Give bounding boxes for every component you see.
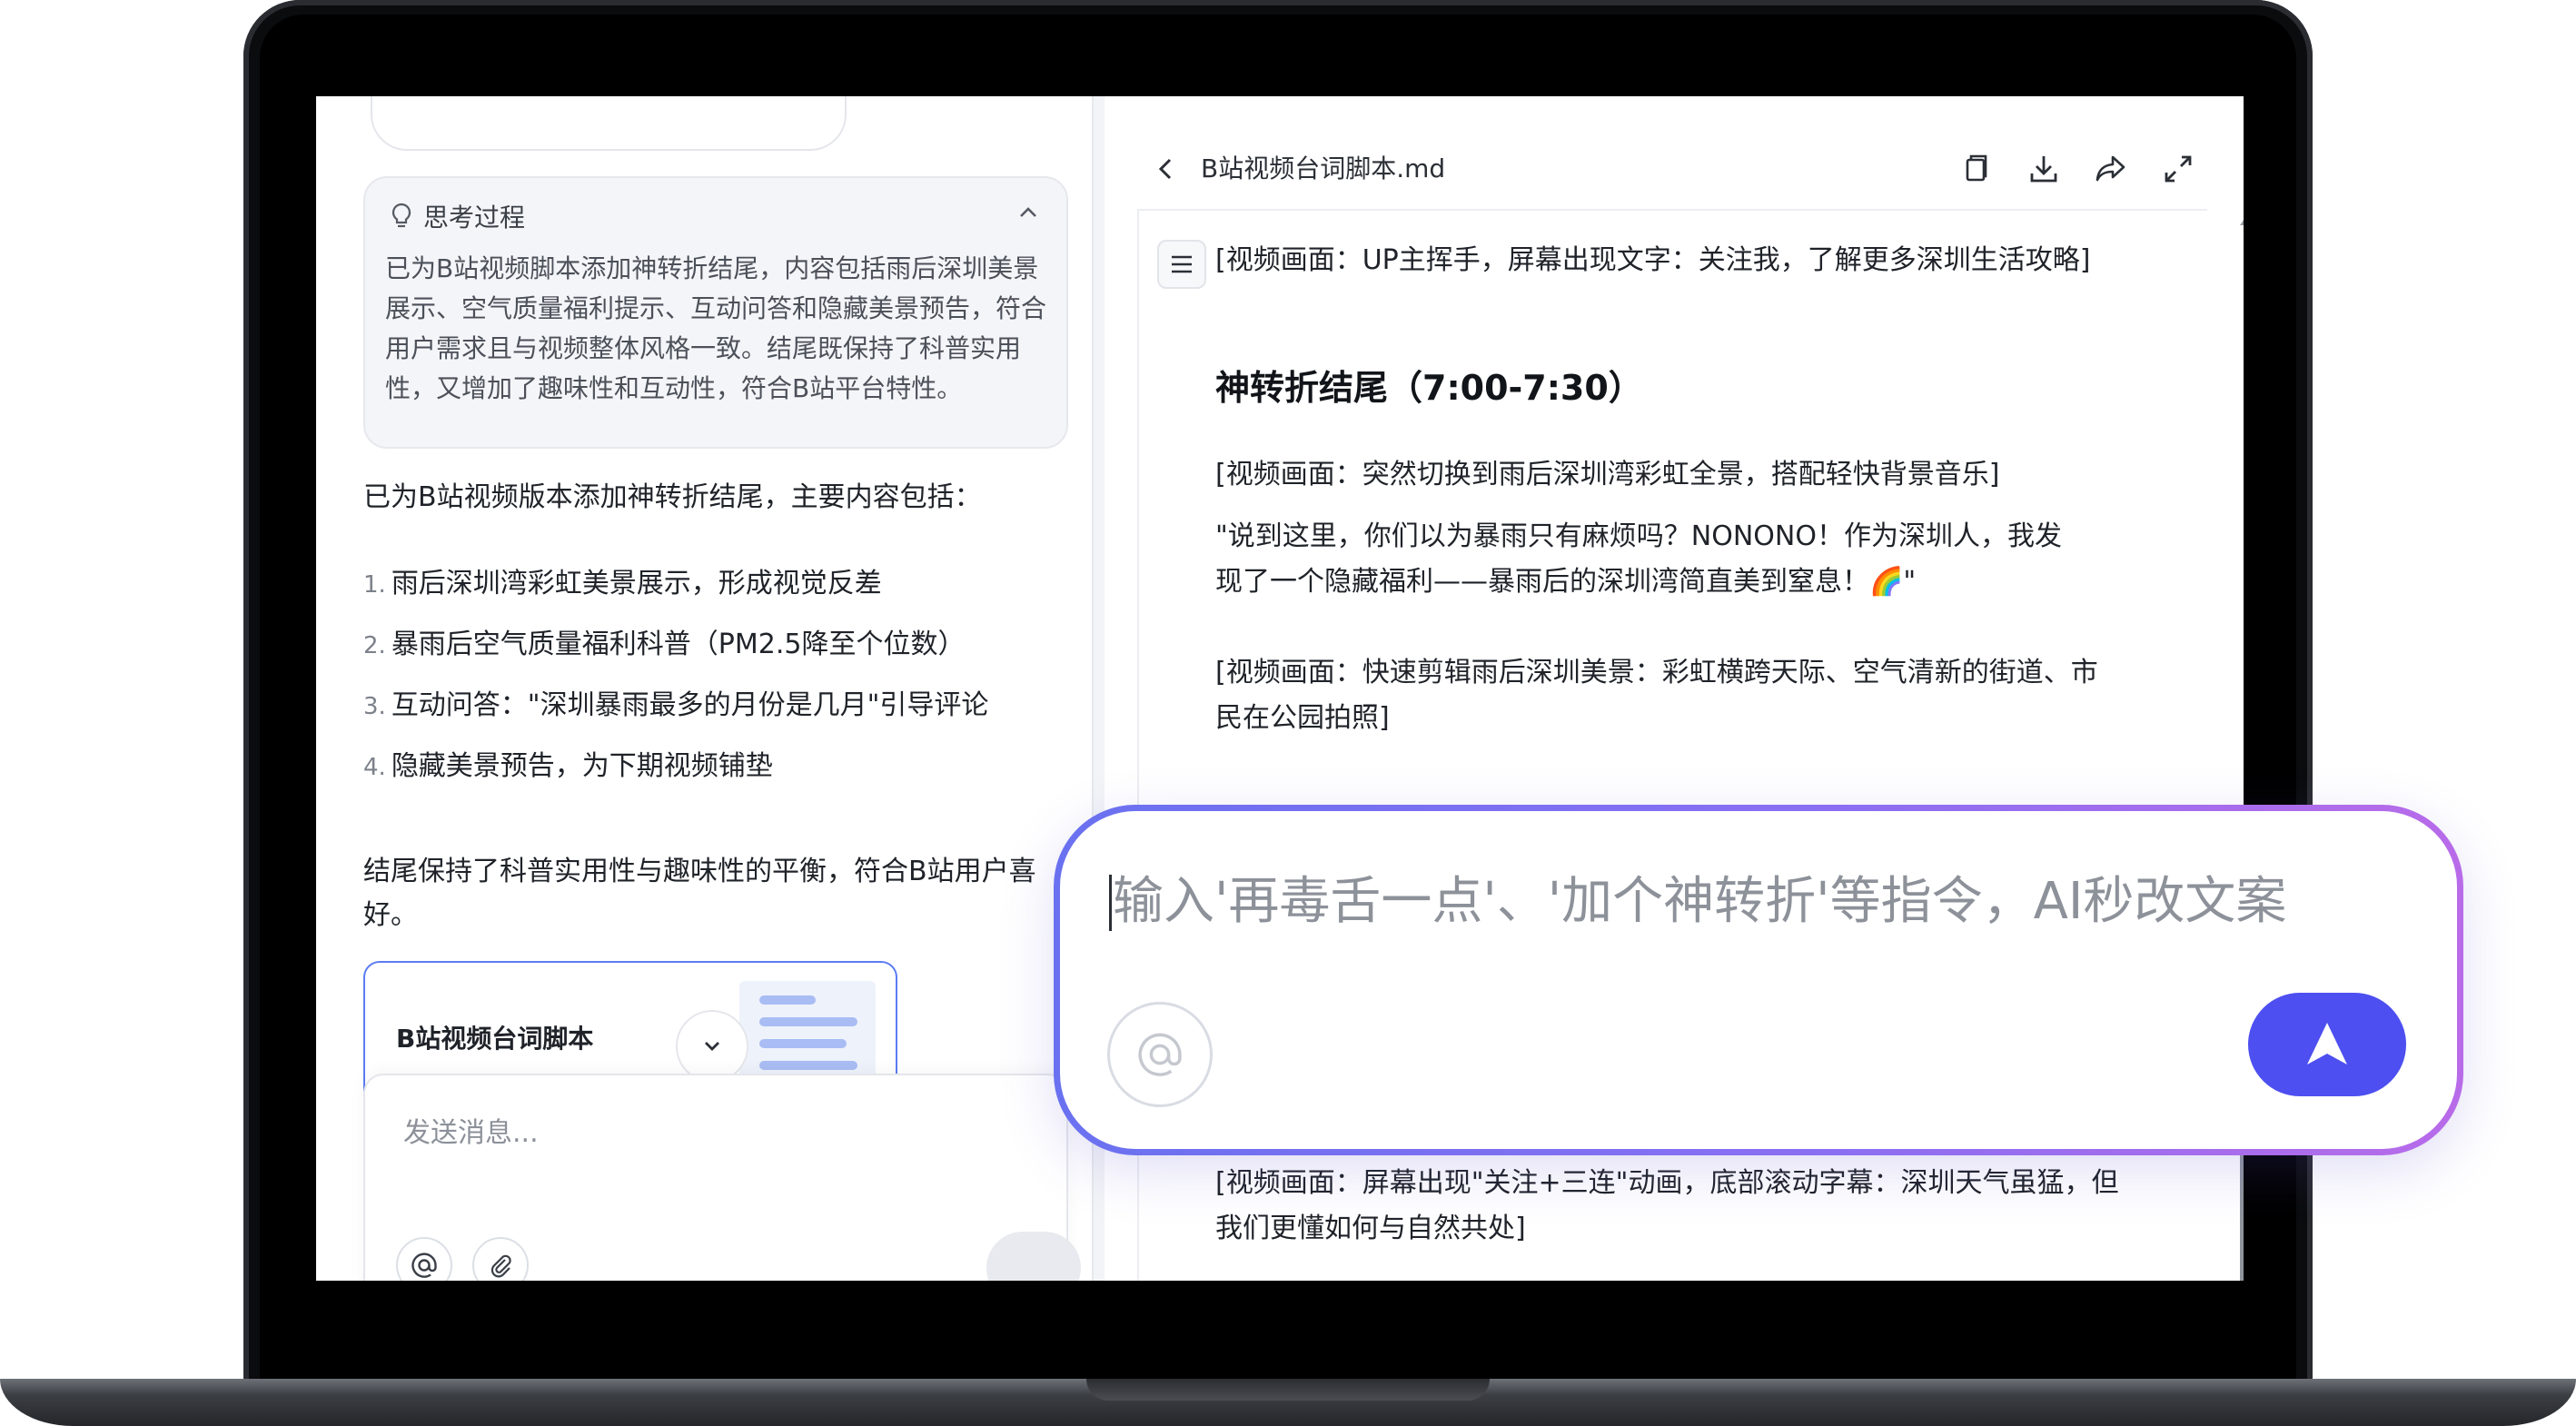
menu-icon [1172,255,1192,273]
back-arrow-icon[interactable] [1148,151,1184,187]
copy-icon[interactable] [1957,149,1996,189]
script-paragraph: [视频画面：突然切换到雨后深圳湾彩虹全景，搭配轻快背景音乐] [1215,459,2000,490]
ai-command-placeholder[interactable]: 输入'再毒舌一点'、'加个神转折'等指令，AI秒改文案 [1113,866,2286,938]
list-item: 4. 隐藏美景预告，为下期视频铺垫 [363,750,773,782]
toc-button[interactable] [1157,240,1206,289]
at-icon [1138,1033,1182,1076]
document-card-title: B站视频台词脚本 [396,1024,594,1054]
fullscreen-icon[interactable] [2158,149,2198,189]
at-icon [411,1253,437,1278]
document-toolbar: B站视频台词脚本.md [1105,133,2244,209]
mention-button[interactable] [1107,1002,1213,1107]
send-button[interactable] [986,1232,1081,1281]
reply-list: 1. 雨后深圳湾彩虹美景展示，形成视觉反差 2. 暴雨后空气质量福利科普（PM2.5… [363,554,1090,797]
thinking-body: 已为B站视频脚本添加神转折结尾，内容包括雨后深圳美景展示、空气质量福利提示、互动… [385,253,1047,403]
chat-panel: 思考过程 已为B站视频脚本添加神转折结尾，内容包括雨后深圳美景展示、空气质量福利… [316,96,1094,1281]
send-arrow-icon [2307,1023,2347,1065]
script-paragraph: "说到这里，你们以为暴雨只有麻烦吗？NONONO！作为深圳人，我发现了一个隐藏福… [1215,520,2062,598]
attach-button[interactable] [472,1237,529,1281]
ai-command-box[interactable]: 输入'再毒舌一点'、'加个神转折'等指令，AI秒改文案 [1054,805,2463,1155]
chat-input-placeholder[interactable]: 发送消息... [403,1110,539,1150]
chevron-up-icon[interactable] [1010,194,1046,231]
script-paragraph: [视频画面：UP主挥手，屏幕出现文字：关注我，了解更多深圳生活攻略] [1215,244,2091,276]
mention-button[interactable] [396,1237,452,1281]
thinking-header: 思考过程 [389,194,525,238]
chevron-down-icon [705,1042,719,1051]
document-filename: B站视频台词脚本.md [1201,153,1446,183]
script-paragraph: [视频画面：快速剪辑雨后深圳美景：彩虹横跨天际、空气清新的街道、市民在公园拍照] [1215,657,2098,734]
lightbulb-icon [391,203,411,228]
reply-intro: 已为B站视频版本添加神转折结尾，主要内容包括： [363,481,982,513]
chat-input-box[interactable]: 发送消息... [363,1074,1081,1281]
ai-send-button[interactable] [2248,993,2406,1096]
document-card[interactable]: B站视频台词脚本 [363,961,897,1092]
previous-message-bubble [371,96,847,151]
scroll-up-arrow[interactable] [2240,214,2244,225]
reply-summary: 结尾保持了科普实用性与趣味性的平衡，符合B站用户喜好。 [363,856,1036,931]
laptop-notch [1086,1379,1490,1401]
thinking-title: 思考过程 [423,203,526,233]
script-section-heading: 神转折结尾（7:00-7:30） [1215,368,1643,408]
thinking-process-card[interactable]: 思考过程 已为B站视频脚本添加神转折结尾，内容包括雨后深圳美景展示、空气质量福利… [363,176,1068,449]
script-paragraph: [视频画面：屏幕出现"关注+三连"动画，底部滚动字幕：深圳天气虽猛，但我们更懂如… [1215,1167,2119,1244]
download-icon[interactable] [2024,149,2064,189]
text-caret [1109,875,1112,931]
list-item: 3. 互动问答："深圳暴雨最多的月份是几月"引导评论 [363,689,989,721]
expand-card-button[interactable] [676,1010,748,1083]
list-item: 1. 雨后深圳湾彩虹美景展示，形成视觉反差 [363,568,882,599]
paperclip-icon [490,1254,511,1278]
list-item: 2. 暴雨后空气质量福利科普（PM2.5降至个位数） [363,629,966,660]
share-icon[interactable] [2091,149,2131,189]
